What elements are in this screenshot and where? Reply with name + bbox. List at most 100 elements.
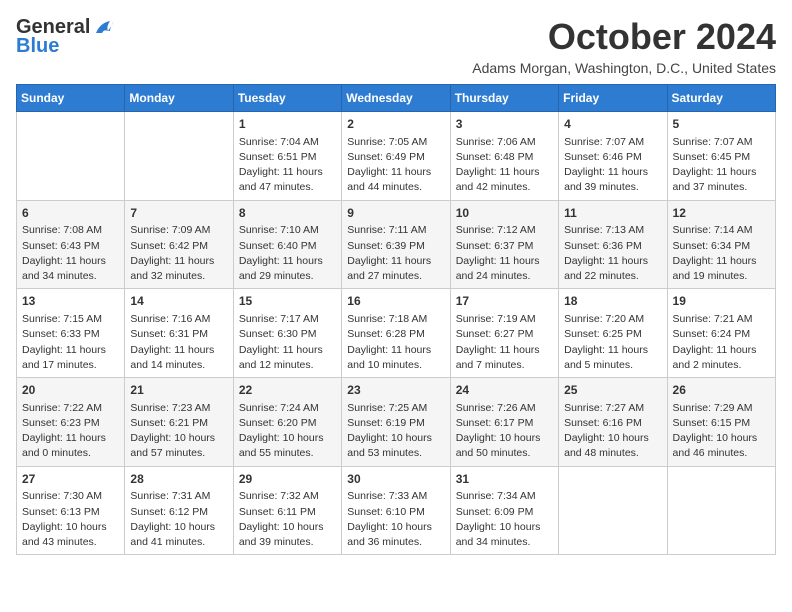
day-number: 3 — [456, 116, 553, 133]
calendar-cell: 25 Sunrise: 7:27 AMSunset: 6:16 PMDayligh… — [559, 378, 667, 467]
calendar-week-row: 1 Sunrise: 7:04 AMSunset: 6:51 PMDaylight… — [17, 112, 776, 201]
day-info: Sunrise: 7:21 AMSunset: 6:24 PMDaylight:… — [673, 312, 770, 373]
calendar-cell: 16 Sunrise: 7:18 AMSunset: 6:28 PMDayligh… — [342, 289, 450, 378]
day-number: 11 — [564, 205, 661, 222]
calendar-week-row: 13 Sunrise: 7:15 AMSunset: 6:33 PMDayligh… — [17, 289, 776, 378]
day-number: 23 — [347, 382, 444, 399]
day-number: 25 — [564, 382, 661, 399]
calendar-col-header: Saturday — [667, 85, 775, 112]
calendar-cell: 15 Sunrise: 7:17 AMSunset: 6:30 PMDayligh… — [233, 289, 341, 378]
month-title: October 2024 — [472, 16, 776, 58]
day-number: 19 — [673, 293, 770, 310]
day-number: 13 — [22, 293, 119, 310]
day-info: Sunrise: 7:05 AMSunset: 6:49 PMDaylight:… — [347, 135, 444, 196]
day-info: Sunrise: 7:24 AMSunset: 6:20 PMDaylight:… — [239, 401, 336, 462]
day-number: 4 — [564, 116, 661, 133]
day-info: Sunrise: 7:27 AMSunset: 6:16 PMDaylight:… — [564, 401, 661, 462]
calendar-cell: 27Sunrise: 7:30 AMSunset: 6:13 PMDayligh… — [17, 466, 125, 555]
calendar-cell: 19 Sunrise: 7:21 AMSunset: 6:24 PMDayligh… — [667, 289, 775, 378]
day-info: Sunrise: 7:04 AMSunset: 6:51 PMDaylight:… — [239, 135, 336, 196]
day-info: Sunrise: 7:34 AMSunset: 6:09 PMDaylight:… — [456, 489, 553, 550]
day-info: Sunrise: 7:14 AMSunset: 6:34 PMDaylight:… — [673, 223, 770, 284]
day-number: 14 — [130, 293, 227, 310]
day-info: Sunrise: 7:06 AMSunset: 6:48 PMDaylight:… — [456, 135, 553, 196]
calendar-cell: 26 Sunrise: 7:29 AMSunset: 6:15 PMDayligh… — [667, 378, 775, 467]
day-info: Sunrise: 7:07 AMSunset: 6:45 PMDaylight:… — [673, 135, 770, 196]
calendar-cell: 6Sunrise: 7:08 AMSunset: 6:43 PMDaylight… — [17, 200, 125, 289]
day-info: Sunrise: 7:08 AMSunset: 6:43 PMDaylight:… — [22, 223, 119, 284]
day-number: 15 — [239, 293, 336, 310]
day-info: Sunrise: 7:13 AMSunset: 6:36 PMDaylight:… — [564, 223, 661, 284]
calendar-cell: 12Sunrise: 7:14 AMSunset: 6:34 PMDayligh… — [667, 200, 775, 289]
day-number: 28 — [130, 471, 227, 488]
day-info: Sunrise: 7:16 AMSunset: 6:31 PMDaylight:… — [130, 312, 227, 373]
calendar-cell: 22 Sunrise: 7:24 AMSunset: 6:20 PMDayligh… — [233, 378, 341, 467]
calendar-week-row: 20Sunrise: 7:22 AMSunset: 6:23 PMDayligh… — [17, 378, 776, 467]
day-number: 24 — [456, 382, 553, 399]
logo: General Blue — [16, 16, 114, 58]
calendar-cell: 7Sunrise: 7:09 AMSunset: 6:42 PMDaylight… — [125, 200, 233, 289]
day-info: Sunrise: 7:18 AMSunset: 6:28 PMDaylight:… — [347, 312, 444, 373]
calendar-cell: 11Sunrise: 7:13 AMSunset: 6:36 PMDayligh… — [559, 200, 667, 289]
calendar-cell: 10Sunrise: 7:12 AMSunset: 6:37 PMDayligh… — [450, 200, 558, 289]
day-info: Sunrise: 7:15 AMSunset: 6:33 PMDaylight:… — [22, 312, 119, 373]
day-info: Sunrise: 7:22 AMSunset: 6:23 PMDaylight:… — [22, 401, 119, 462]
logo-blue: Blue — [16, 35, 59, 58]
calendar-cell — [17, 112, 125, 201]
calendar-cell: 29Sunrise: 7:32 AMSunset: 6:11 PMDayligh… — [233, 466, 341, 555]
day-info: Sunrise: 7:25 AMSunset: 6:19 PMDaylight:… — [347, 401, 444, 462]
day-number: 17 — [456, 293, 553, 310]
day-info: Sunrise: 7:12 AMSunset: 6:37 PMDaylight:… — [456, 223, 553, 284]
calendar-cell: 1 Sunrise: 7:04 AMSunset: 6:51 PMDaylight… — [233, 112, 341, 201]
calendar-week-row: 6Sunrise: 7:08 AMSunset: 6:43 PMDaylight… — [17, 200, 776, 289]
day-number: 18 — [564, 293, 661, 310]
day-info: Sunrise: 7:30 AMSunset: 6:13 PMDaylight:… — [22, 489, 119, 550]
day-number: 22 — [239, 382, 336, 399]
day-info: Sunrise: 7:09 AMSunset: 6:42 PMDaylight:… — [130, 223, 227, 284]
day-number: 31 — [456, 471, 553, 488]
calendar-cell — [559, 466, 667, 555]
page-header: General Blue October 2024 Adams Morgan, … — [16, 16, 776, 76]
day-info: Sunrise: 7:11 AMSunset: 6:39 PMDaylight:… — [347, 223, 444, 284]
calendar-week-row: 27Sunrise: 7:30 AMSunset: 6:13 PMDayligh… — [17, 466, 776, 555]
logo-bird-icon — [92, 19, 114, 37]
calendar-cell: 17 Sunrise: 7:19 AMSunset: 6:27 PMDayligh… — [450, 289, 558, 378]
day-info: Sunrise: 7:31 AMSunset: 6:12 PMDaylight:… — [130, 489, 227, 550]
day-info: Sunrise: 7:33 AMSunset: 6:10 PMDaylight:… — [347, 489, 444, 550]
location-subtitle: Adams Morgan, Washington, D.C., United S… — [472, 60, 776, 76]
calendar-col-header: Sunday — [17, 85, 125, 112]
calendar-cell: 18Sunrise: 7:20 AMSunset: 6:25 PMDayligh… — [559, 289, 667, 378]
day-info: Sunrise: 7:29 AMSunset: 6:15 PMDaylight:… — [673, 401, 770, 462]
calendar-cell: 14 Sunrise: 7:16 AMSunset: 6:31 PMDayligh… — [125, 289, 233, 378]
calendar-table: SundayMondayTuesdayWednesdayThursdayFrid… — [16, 84, 776, 555]
day-info: Sunrise: 7:19 AMSunset: 6:27 PMDaylight:… — [456, 312, 553, 373]
day-number: 8 — [239, 205, 336, 222]
calendar-body: 1 Sunrise: 7:04 AMSunset: 6:51 PMDaylight… — [17, 112, 776, 555]
calendar-header-row: SundayMondayTuesdayWednesdayThursdayFrid… — [17, 85, 776, 112]
calendar-cell: 9Sunrise: 7:11 AMSunset: 6:39 PMDaylight… — [342, 200, 450, 289]
day-number: 30 — [347, 471, 444, 488]
day-number: 27 — [22, 471, 119, 488]
day-number: 1 — [239, 116, 336, 133]
calendar-cell: 24 Sunrise: 7:26 AMSunset: 6:17 PMDayligh… — [450, 378, 558, 467]
day-number: 26 — [673, 382, 770, 399]
day-number: 16 — [347, 293, 444, 310]
title-section: October 2024 Adams Morgan, Washington, D… — [472, 16, 776, 76]
day-number: 5 — [673, 116, 770, 133]
day-number: 7 — [130, 205, 227, 222]
day-number: 12 — [673, 205, 770, 222]
calendar-col-header: Tuesday — [233, 85, 341, 112]
calendar-cell: 13 Sunrise: 7:15 AMSunset: 6:33 PMDayligh… — [17, 289, 125, 378]
calendar-cell: 28Sunrise: 7:31 AMSunset: 6:12 PMDayligh… — [125, 466, 233, 555]
day-number: 29 — [239, 471, 336, 488]
day-number: 9 — [347, 205, 444, 222]
day-info: Sunrise: 7:17 AMSunset: 6:30 PMDaylight:… — [239, 312, 336, 373]
day-number: 10 — [456, 205, 553, 222]
day-info: Sunrise: 7:26 AMSunset: 6:17 PMDaylight:… — [456, 401, 553, 462]
calendar-cell: 4 Sunrise: 7:07 AMSunset: 6:46 PMDaylight… — [559, 112, 667, 201]
day-info: Sunrise: 7:10 AMSunset: 6:40 PMDaylight:… — [239, 223, 336, 284]
calendar-cell: 5 Sunrise: 7:07 AMSunset: 6:45 PMDaylight… — [667, 112, 775, 201]
calendar-cell: 2Sunrise: 7:05 AMSunset: 6:49 PMDaylight… — [342, 112, 450, 201]
calendar-cell: 31Sunrise: 7:34 AMSunset: 6:09 PMDayligh… — [450, 466, 558, 555]
day-info: Sunrise: 7:07 AMSunset: 6:46 PMDaylight:… — [564, 135, 661, 196]
